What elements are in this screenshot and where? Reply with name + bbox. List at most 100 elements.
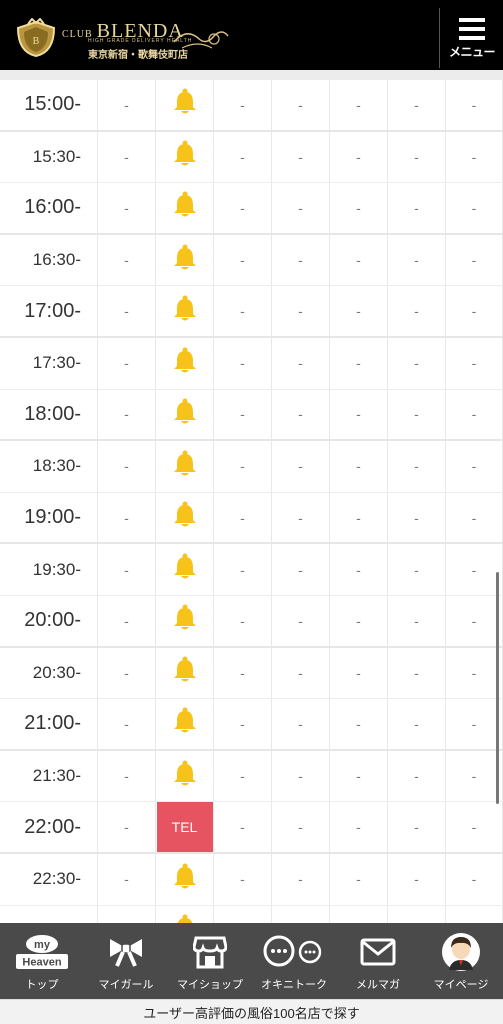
unavailable-mark: - (471, 768, 477, 785)
slot-cell: - (388, 699, 446, 749)
bell-icon[interactable] (172, 450, 198, 483)
slot-cell: - (214, 750, 272, 802)
tel-button[interactable]: TEL (156, 802, 213, 853)
bell-icon (173, 398, 196, 424)
slot-cell: - (98, 337, 156, 389)
bell-icon (173, 707, 196, 733)
unavailable-mark: - (356, 303, 361, 320)
nav-my-page[interactable]: マイページ (419, 923, 503, 999)
my-heaven-logo-icon: my Heaven (0, 933, 84, 971)
bell-icon (173, 501, 196, 527)
slot-cell: - (272, 286, 330, 336)
bell-icon[interactable] (172, 656, 198, 689)
bell-icon[interactable] (172, 501, 198, 534)
bell-icon[interactable] (172, 863, 198, 896)
slot-cell: - (330, 441, 388, 492)
unavailable-mark: - (124, 148, 129, 165)
slot-cell: - (214, 131, 272, 183)
slot-cell: - (98, 544, 156, 595)
unavailable-mark: - (124, 768, 129, 785)
unavailable-mark: - (298, 406, 303, 423)
unavailable-mark: - (124, 561, 129, 578)
slot-cell: - (388, 286, 446, 336)
bell-icon[interactable] (172, 707, 198, 740)
time-slot-label: 19:00- (0, 492, 98, 543)
bell-icon (173, 88, 196, 114)
slot-cell: - (272, 492, 330, 543)
bell-icon (173, 604, 196, 630)
unavailable-mark: - (124, 664, 129, 681)
unavailable-mark: - (356, 406, 361, 423)
slot-cell (156, 647, 214, 699)
schedule-row: 15:30- - - - - - - (0, 131, 503, 184)
time-slot-label (0, 905, 98, 923)
unavailable-mark: - (471, 664, 477, 681)
unavailable-mark: - (471, 303, 477, 320)
nav-label-my-shop: マイショップ (177, 979, 243, 991)
time-slot-label: 22:30- (0, 853, 98, 905)
unavailable-mark: - (298, 612, 303, 629)
schedule-row: 21:00- - - - - - - (0, 699, 503, 751)
nav-label-okini-talk: オキニトーク (261, 979, 327, 991)
nav-top[interactable]: my Heaven トップ (0, 923, 84, 999)
bottom-nav: my Heaven トップ マイガール マイショップ オキニトーク メルマガ マ… (0, 923, 503, 999)
nav-okini-talk[interactable]: オキニトーク (252, 923, 336, 999)
bell-icon[interactable] (172, 88, 198, 121)
table-top-border (0, 70, 503, 80)
slot-cell (156, 905, 214, 923)
unavailable-mark: - (414, 303, 419, 320)
scrollbar[interactable] (496, 572, 499, 804)
unavailable-mark: - (471, 355, 477, 372)
unavailable-mark: - (356, 199, 361, 216)
nav-my-girl[interactable]: マイガール (84, 923, 168, 999)
slot-cell: - (388, 337, 446, 389)
bell-icon[interactable] (172, 347, 198, 380)
bell-icon[interactable] (172, 760, 198, 793)
nav-mail-magazine[interactable]: メルマガ (336, 923, 420, 999)
avatar-icon (419, 933, 503, 971)
time-slot-label: 17:30- (0, 337, 98, 389)
schedule-row: 16:30- - - - - - - (0, 234, 503, 287)
slot-cell: - (330, 80, 388, 130)
slot-cell: - (272, 234, 330, 286)
unavailable-mark: - (240, 303, 245, 320)
unavailable-mark: - (298, 561, 303, 578)
bell-icon[interactable] (172, 244, 198, 277)
bell-icon[interactable] (172, 191, 198, 224)
unavailable-mark: - (124, 871, 129, 888)
club-blenda-logo[interactable]: B CLUB BLENDA HIGH GRADE DELIVERY HEALTH … (14, 14, 229, 61)
slot-cell: - (388, 492, 446, 543)
bell-icon (173, 347, 196, 373)
unavailable-mark: - (414, 355, 419, 372)
slot-cell: - (446, 131, 503, 183)
bell-icon[interactable] (172, 914, 198, 923)
bell-icon (177, 914, 192, 923)
menu-button[interactable]: メニュー (444, 14, 500, 64)
unavailable-mark: - (298, 303, 303, 320)
slot-cell: - (388, 595, 446, 646)
chat-bubbles-icon (252, 933, 336, 971)
bell-icon[interactable] (172, 553, 198, 586)
time-slot-label: 15:00- (0, 80, 98, 130)
unavailable-mark: - (414, 96, 419, 113)
unavailable-mark: - (298, 355, 303, 372)
slot-cell (272, 905, 330, 923)
slot-cell: - (272, 441, 330, 492)
slot-cell: TEL (156, 802, 214, 853)
bell-icon[interactable] (172, 604, 198, 637)
unavailable-mark: - (471, 406, 477, 423)
unavailable-mark: - (414, 199, 419, 216)
slot-cell: - (98, 802, 156, 852)
slot-cell: - (330, 802, 388, 852)
bell-icon[interactable] (172, 295, 198, 328)
nav-my-shop[interactable]: マイショップ (168, 923, 252, 999)
unavailable-mark: - (124, 612, 129, 629)
slot-cell: - (330, 544, 388, 595)
slot-cell: - (272, 183, 330, 233)
time-slot-label: 16:30- (0, 234, 98, 286)
slot-cell: - (388, 750, 446, 802)
slot-cell (156, 389, 214, 440)
bell-icon[interactable] (172, 398, 198, 431)
bell-icon[interactable] (172, 140, 198, 173)
top100-banner-link[interactable]: ユーザー高評価の風俗100名店で探す (0, 999, 503, 1024)
